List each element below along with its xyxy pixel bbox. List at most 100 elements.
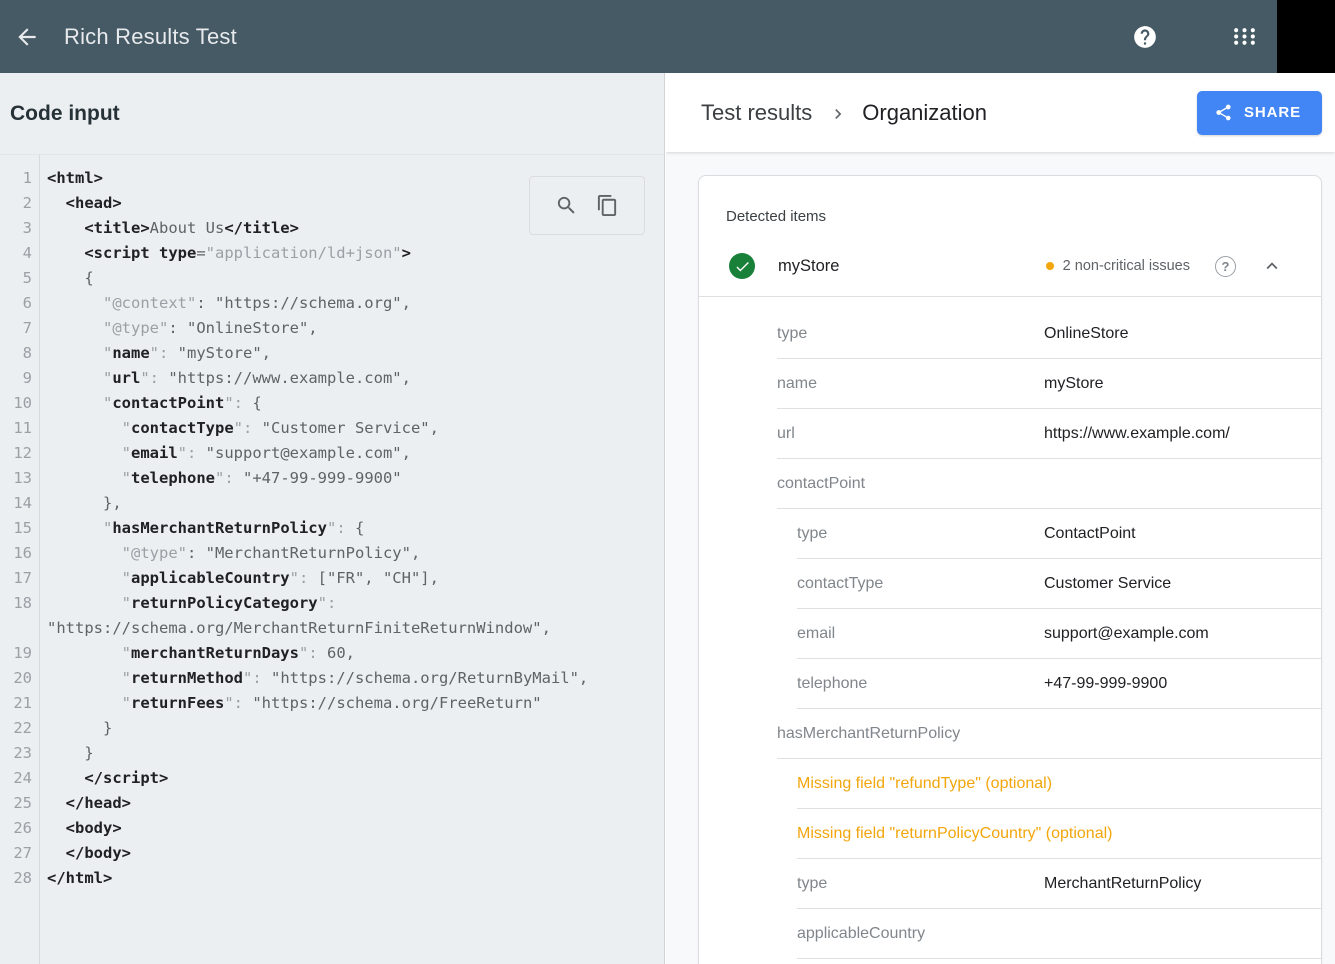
warning-text: Missing field "refundType" (optional) xyxy=(797,775,1052,793)
issues-count: 2 non-critical issues xyxy=(1063,258,1190,274)
line-number: 21 xyxy=(0,691,39,716)
code-line: <script type="application/ld+json"> xyxy=(39,241,664,266)
line-number: 23 xyxy=(0,741,39,766)
property-value: ContactPoint xyxy=(1044,525,1136,543)
code-line: } xyxy=(39,741,664,766)
detected-item-row[interactable]: myStore 2 non-critical issues ? xyxy=(699,236,1321,297)
breadcrumb-test-results[interactable]: Test results xyxy=(701,100,812,126)
line-number: 14 xyxy=(0,491,39,516)
line-number: 16 xyxy=(0,541,39,566)
line-number: 10 xyxy=(0,391,39,416)
code-line: </script> xyxy=(39,766,664,791)
code-editor[interactable]: 1<html>2 <head>3 <title>About Us</title>… xyxy=(0,155,664,891)
code-line: "@type": "OnlineStore", xyxy=(39,316,664,341)
help-icon xyxy=(1132,24,1158,50)
apps-grid-icon xyxy=(1232,24,1257,49)
property-row: applicableCountry xyxy=(699,909,1321,959)
code-line: }, xyxy=(39,491,664,516)
code-line: "merchantReturnDays": 60, xyxy=(39,641,664,666)
line-number: 6 xyxy=(0,291,39,316)
warning-row[interactable]: Missing field "returnPolicyCountry" (opt… xyxy=(699,809,1321,859)
line-number: 1 xyxy=(0,166,39,191)
line-number: 19 xyxy=(0,641,39,666)
line-number: 15 xyxy=(0,516,39,541)
property-row: contactPoint xyxy=(699,459,1321,509)
code-area: 1<html>2 <head>3 <title>About Us</title>… xyxy=(0,155,664,964)
back-button[interactable] xyxy=(14,24,40,50)
code-line: "contactPoint": { xyxy=(39,391,664,416)
property-key: type xyxy=(777,325,1044,343)
property-value: myStore xyxy=(1044,375,1104,393)
properties-table: typeOnlineStorenamemyStoreurlhttps://www… xyxy=(699,297,1321,959)
property-key: type xyxy=(797,875,1044,893)
line-number: 2 xyxy=(0,191,39,216)
code-line: </html> xyxy=(39,866,664,891)
line-number: 24 xyxy=(0,766,39,791)
success-check-icon xyxy=(729,253,755,279)
search-icon xyxy=(555,194,578,217)
line-number: 26 xyxy=(0,816,39,841)
line-number: 25 xyxy=(0,791,39,816)
property-value: Customer Service xyxy=(1044,575,1171,593)
share-button[interactable]: SHARE xyxy=(1197,91,1322,135)
property-row: namemyStore xyxy=(699,359,1321,409)
profile-image[interactable] xyxy=(1277,0,1335,73)
chevron-up-icon xyxy=(1261,255,1283,277)
code-line: "returnFees": "https://schema.org/FreeRe… xyxy=(39,691,664,716)
line-number: 7 xyxy=(0,316,39,341)
code-search-button[interactable] xyxy=(555,194,578,217)
property-key: applicableCountry xyxy=(797,925,1044,943)
code-toolbar xyxy=(529,176,645,235)
property-key: hasMerchantReturnPolicy xyxy=(777,725,1044,743)
share-icon xyxy=(1214,103,1233,122)
arrow-left-icon xyxy=(14,24,40,50)
issues-help-button[interactable]: ? xyxy=(1215,256,1236,277)
property-row: urlhttps://www.example.com/ xyxy=(699,409,1321,459)
property-value: OnlineStore xyxy=(1044,325,1129,343)
property-row: contactTypeCustomer Service xyxy=(699,559,1321,609)
code-line: "contactType": "Customer Service", xyxy=(39,416,664,441)
property-key: contactPoint xyxy=(777,475,1044,493)
code-copy-button[interactable] xyxy=(596,194,619,217)
property-row: telephone+47-99-999-9900 xyxy=(699,659,1321,709)
code-line: "hasMerchantReturnPolicy": { xyxy=(39,516,664,541)
warning-row[interactable]: Missing field "refundType" (optional) xyxy=(699,759,1321,809)
code-line: </head> xyxy=(39,791,664,816)
help-button[interactable] xyxy=(1132,24,1158,50)
warning-text: Missing field "returnPolicyCountry" (opt… xyxy=(797,825,1112,843)
code-line: { xyxy=(39,266,664,291)
property-row: typeMerchantReturnPolicy xyxy=(699,859,1321,909)
apps-grid-button[interactable] xyxy=(1232,24,1257,49)
collapse-button[interactable] xyxy=(1261,255,1283,277)
line-number: 27 xyxy=(0,841,39,866)
property-row: typeOnlineStore xyxy=(699,309,1321,359)
property-row: hasMerchantReturnPolicy xyxy=(699,709,1321,759)
results-card: Detected items myStore 2 non-critical is… xyxy=(698,175,1322,964)
property-key: url xyxy=(777,425,1044,443)
line-number: 17 xyxy=(0,566,39,591)
property-value: support@example.com xyxy=(1044,625,1209,643)
line-number: 28 xyxy=(0,866,39,891)
topbar: Rich Results Test xyxy=(0,0,1335,73)
line-number: 22 xyxy=(0,716,39,741)
code-line: } xyxy=(39,716,664,741)
breadcrumb-chevron-icon xyxy=(828,104,848,124)
results-header: Test results Organization SHARE xyxy=(666,73,1335,152)
code-input-title: Code input xyxy=(10,102,120,126)
property-key: contactType xyxy=(797,575,1044,593)
results-panel: Test results Organization SHARE Detected… xyxy=(666,73,1335,964)
code-line: "@type": "MerchantReturnPolicy", xyxy=(39,541,664,566)
item-name: myStore xyxy=(778,257,839,276)
property-value: +47-99-999-9900 xyxy=(1044,675,1167,693)
code-line: "@context": "https://schema.org", xyxy=(39,291,664,316)
line-number: 8 xyxy=(0,341,39,366)
share-button-label: SHARE xyxy=(1244,104,1301,121)
line-number: 20 xyxy=(0,666,39,691)
line-number: 18 xyxy=(0,591,39,641)
property-key: telephone xyxy=(797,675,1044,693)
code-line: "url": "https://www.example.com", xyxy=(39,366,664,391)
line-number: 11 xyxy=(0,416,39,441)
line-number: 13 xyxy=(0,466,39,491)
line-number: 5 xyxy=(0,266,39,291)
property-key: name xyxy=(777,375,1044,393)
